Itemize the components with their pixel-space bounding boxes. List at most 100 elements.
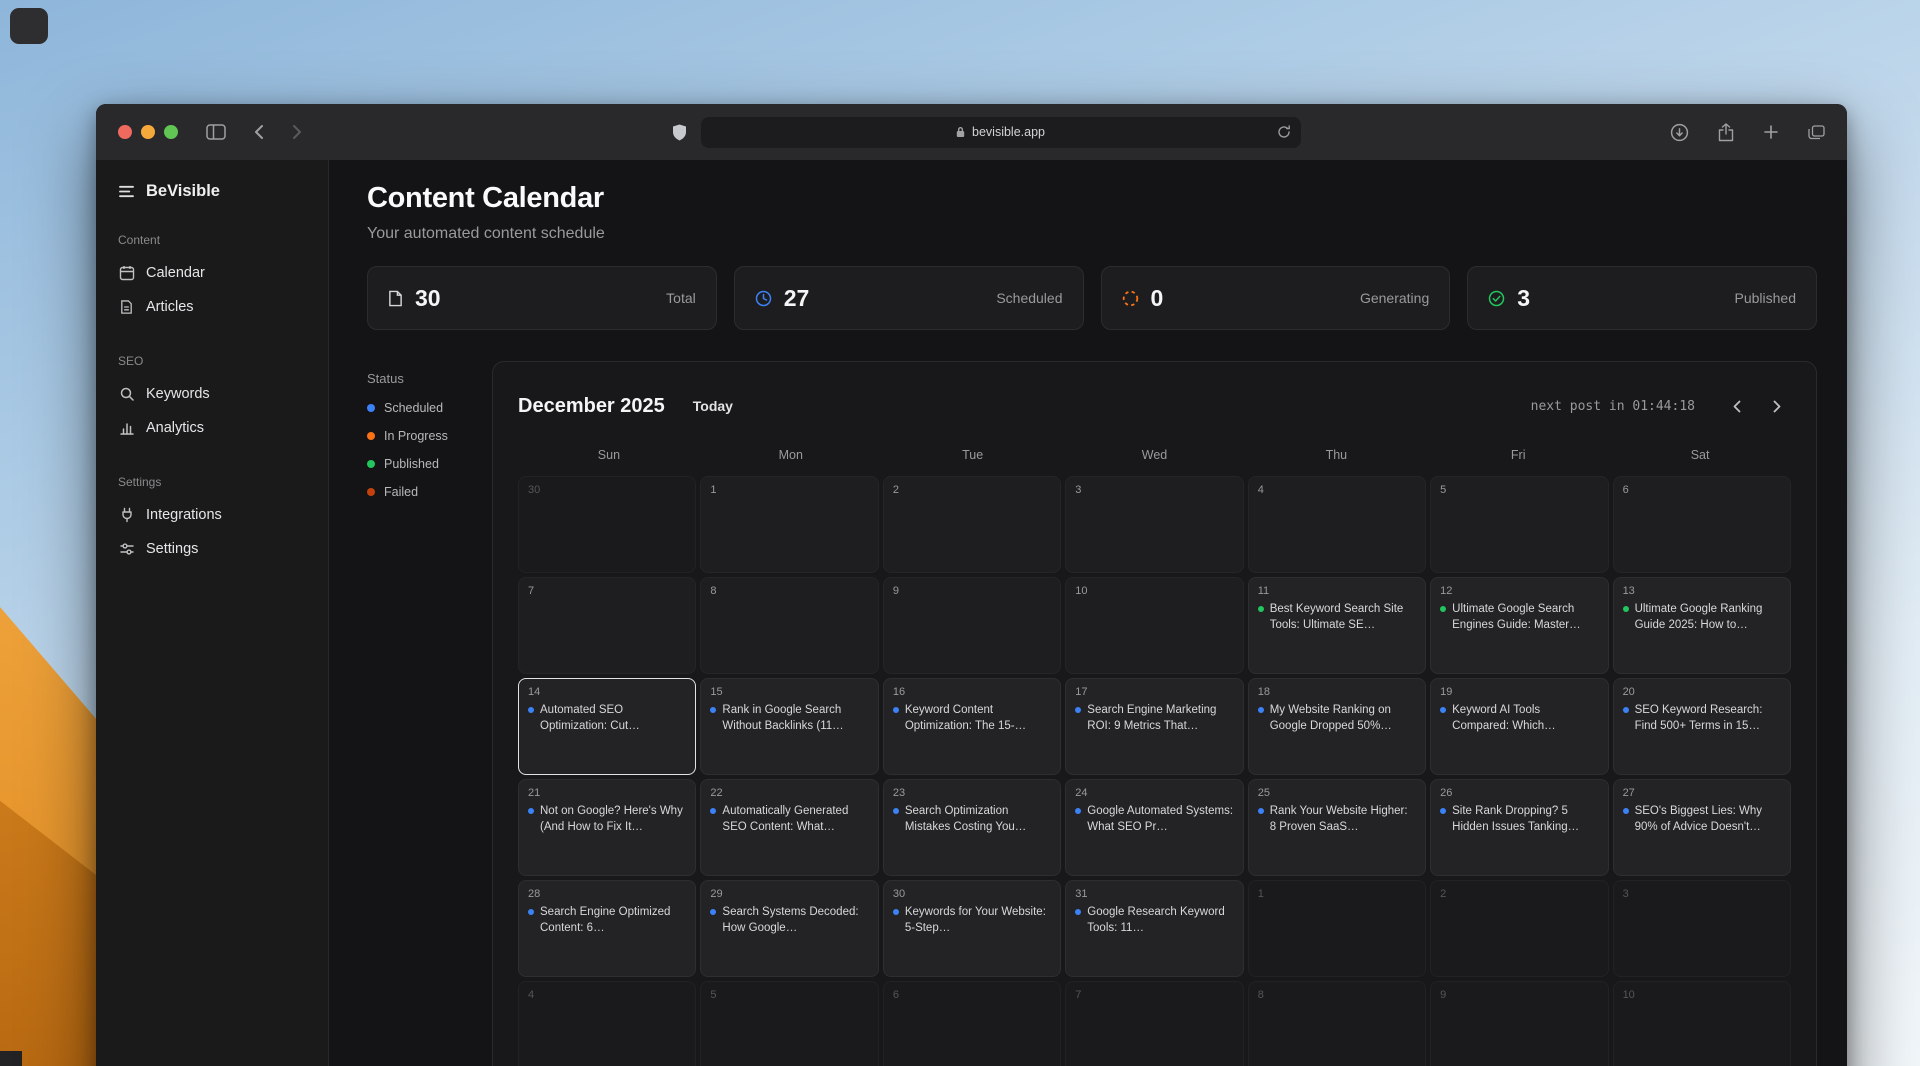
calendar-day-8-outside[interactable]: 8 [1248,981,1426,1066]
calendar-event[interactable]: Not on Google? Here's Why (And How to Fi… [528,804,686,835]
calendar-day-23[interactable]: 23Search Optimization Mistakes Costing Y… [883,779,1061,876]
calendar-event[interactable]: Ultimate Google Ranking Guide 2025: How … [1623,602,1781,633]
share-icon[interactable] [1718,123,1734,142]
calendar-day-2-outside[interactable]: 2 [1430,880,1608,977]
calendar-day-11[interactable]: 11Best Keyword Search Site Tools: Ultima… [1248,577,1426,674]
calendar-event[interactable]: Rank in Google Search Without Backlinks … [710,703,868,734]
calendar-day-21[interactable]: 21Not on Google? Here's Why (And How to … [518,779,696,876]
calendar-event[interactable]: SEO's Biggest Lies: Why 90% of Advice Do… [1623,804,1781,835]
close-window-button[interactable] [118,125,132,139]
calendar-day-9[interactable]: 9 [883,577,1061,674]
stat-value: 3 [1517,285,1530,312]
calendar-day-5[interactable]: 5 [1430,476,1608,573]
calendar-day-24[interactable]: 24Google Automated Systems: What SEO Pr… [1065,779,1243,876]
calendar-event[interactable]: Search Optimization Mistakes Costing You… [893,804,1051,835]
calendar-day-1-outside[interactable]: 1 [1248,880,1426,977]
sidebar-item-settings[interactable]: Settings [112,532,312,566]
calendar-event[interactable]: Rank Your Website Higher: 8 Proven SaaS… [1258,804,1416,835]
tab-overview-icon[interactable] [1808,125,1825,140]
calendar-day-1[interactable]: 1 [700,476,878,573]
downloads-icon[interactable] [1670,123,1689,142]
calendar-day-20[interactable]: 20SEO Keyword Research: Find 500+ Terms … [1613,678,1791,775]
calendar-day-7[interactable]: 7 [518,577,696,674]
calendar-day-18[interactable]: 18My Website Ranking on Google Dropped 5… [1248,678,1426,775]
today-button[interactable]: Today [693,398,733,414]
calendar-day-28[interactable]: 28Search Engine Optimized Content: 6… [518,880,696,977]
calendar-day-15[interactable]: 15Rank in Google Search Without Backlink… [700,678,878,775]
calendar-day-13[interactable]: 13Ultimate Google Ranking Guide 2025: Ho… [1613,577,1791,674]
calendar-day-5-outside[interactable]: 5 [700,981,878,1066]
sidebar-toggle-icon[interactable] [206,124,226,140]
sidebar-item-integrations[interactable]: Integrations [112,498,312,532]
event-status-dot [1075,707,1081,713]
calendar-event[interactable]: Keywords for Your Website: 5-Step… [893,905,1051,936]
calendar-event[interactable]: Search Engine Marketing ROI: 9 Metrics T… [1075,703,1233,734]
sidebar-item-keywords[interactable]: Keywords [112,377,312,411]
minimize-window-button[interactable] [141,125,155,139]
calendar-event[interactable]: Search Engine Optimized Content: 6… [528,905,686,936]
calendar-event[interactable]: Automated SEO Optimization: Cut… [528,703,686,734]
calendar-event[interactable]: SEO Keyword Research: Find 500+ Terms in… [1623,703,1781,734]
calendar-event[interactable]: Search Systems Decoded: How Google… [710,905,868,936]
calendar-day-30[interactable]: 30 Keywords for Your Website: 5-Step… [883,880,1061,977]
day-number: 30 [893,888,1051,900]
address-bar[interactable]: bevisible.app [701,117,1301,148]
calendar-day-31[interactable]: 31Google Research Keyword Tools: 11… [1065,880,1243,977]
calendar-day-2[interactable]: 2 [883,476,1061,573]
reload-icon[interactable] [1277,125,1291,139]
event-status-dot [1440,808,1446,814]
sidebar-item-analytics[interactable]: Analytics [112,411,312,445]
spinner-icon [1122,290,1139,307]
calendar-day-3-outside[interactable]: 3 [1613,880,1791,977]
calendar-day-19[interactable]: 19Keyword AI Tools Compared: Which… [1430,678,1608,775]
sidebar-item-calendar[interactable]: Calendar [112,256,312,290]
prev-month-button[interactable] [1723,392,1751,420]
calendar-day-27[interactable]: 27SEO's Biggest Lies: Why 90% of Advice … [1613,779,1791,876]
calendar-day-8[interactable]: 8 [700,577,878,674]
calendar-day-12[interactable]: 12Ultimate Google Search Engines Guide: … [1430,577,1608,674]
calendar-day-7-outside[interactable]: 7 [1065,981,1243,1066]
next-month-button[interactable] [1763,392,1791,420]
calendar-event[interactable]: Automatically Generated SEO Content: Wha… [710,804,868,835]
calendar-day-14[interactable]: 14Automated SEO Optimization: Cut… [518,678,696,775]
calendar-day-16[interactable]: 16Keyword Content Optimization: The 15-… [883,678,1061,775]
calendar-event[interactable]: My Website Ranking on Google Dropped 50%… [1258,703,1416,734]
day-number: 26 [1440,787,1598,799]
calendar-day-22[interactable]: 22Automatically Generated SEO Content: W… [700,779,878,876]
calendar-day-29[interactable]: 29Search Systems Decoded: How Google… [700,880,878,977]
calendar-event[interactable]: Google Automated Systems: What SEO Pr… [1075,804,1233,835]
calendar-header: December 2025 Today next post in 01:44:1… [518,392,1791,420]
new-tab-icon[interactable] [1763,124,1779,140]
calendar-day-10[interactable]: 10 [1065,577,1243,674]
forward-button-icon[interactable] [292,124,302,140]
event-title: Automatically Generated SEO Content: Wha… [722,804,868,835]
calendar-day-9-outside[interactable]: 9 [1430,981,1608,1066]
calendar-event[interactable]: Site Rank Dropping? 5 Hidden Issues Tank… [1440,804,1598,835]
calendar-event[interactable]: Keyword Content Optimization: The 15-… [893,703,1051,734]
calendar-day-6-outside[interactable]: 6 [883,981,1061,1066]
privacy-shield-icon[interactable] [672,124,687,141]
calendar-event[interactable]: Google Research Keyword Tools: 11… [1075,905,1233,936]
weekday-thu: Thu [1245,448,1427,462]
calendar-day-4-outside[interactable]: 4 [518,981,696,1066]
calendar-event[interactable]: Best Keyword Search Site Tools: Ultimate… [1258,602,1416,633]
calendar-event[interactable]: Ultimate Google Search Engines Guide: Ma… [1440,602,1598,633]
calendar-day-4[interactable]: 4 [1248,476,1426,573]
legend-item-published: Published [367,457,492,471]
calendar-day-17[interactable]: 17Search Engine Marketing ROI: 9 Metrics… [1065,678,1243,775]
calendar-day-26[interactable]: 26 Site Rank Dropping? 5 Hidden Issues Ta… [1430,779,1608,876]
zoom-window-button[interactable] [164,125,178,139]
event-title: Rank in Google Search Without Backlinks … [722,703,868,734]
event-title: Ultimate Google Search Engines Guide: Ma… [1452,602,1598,633]
calendar-day-6[interactable]: 6 [1613,476,1791,573]
back-button-icon[interactable] [254,124,264,140]
sidebar-item-articles[interactable]: Articles [112,290,312,324]
calendar-day-3[interactable]: 3 [1065,476,1243,573]
calendar-day-25[interactable]: 25Rank Your Website Higher: 8 Proven Saa… [1248,779,1426,876]
calendar-event[interactable]: Keyword AI Tools Compared: Which… [1440,703,1598,734]
calendar-day-30-outside[interactable]: 30 [518,476,696,573]
legend-dot [367,460,375,468]
calendar-day-10-outside[interactable]: 10 [1613,981,1791,1066]
app-logo[interactable]: BeVisible [112,180,312,203]
event-title: Not on Google? Here's Why (And How to Fi… [540,804,686,835]
